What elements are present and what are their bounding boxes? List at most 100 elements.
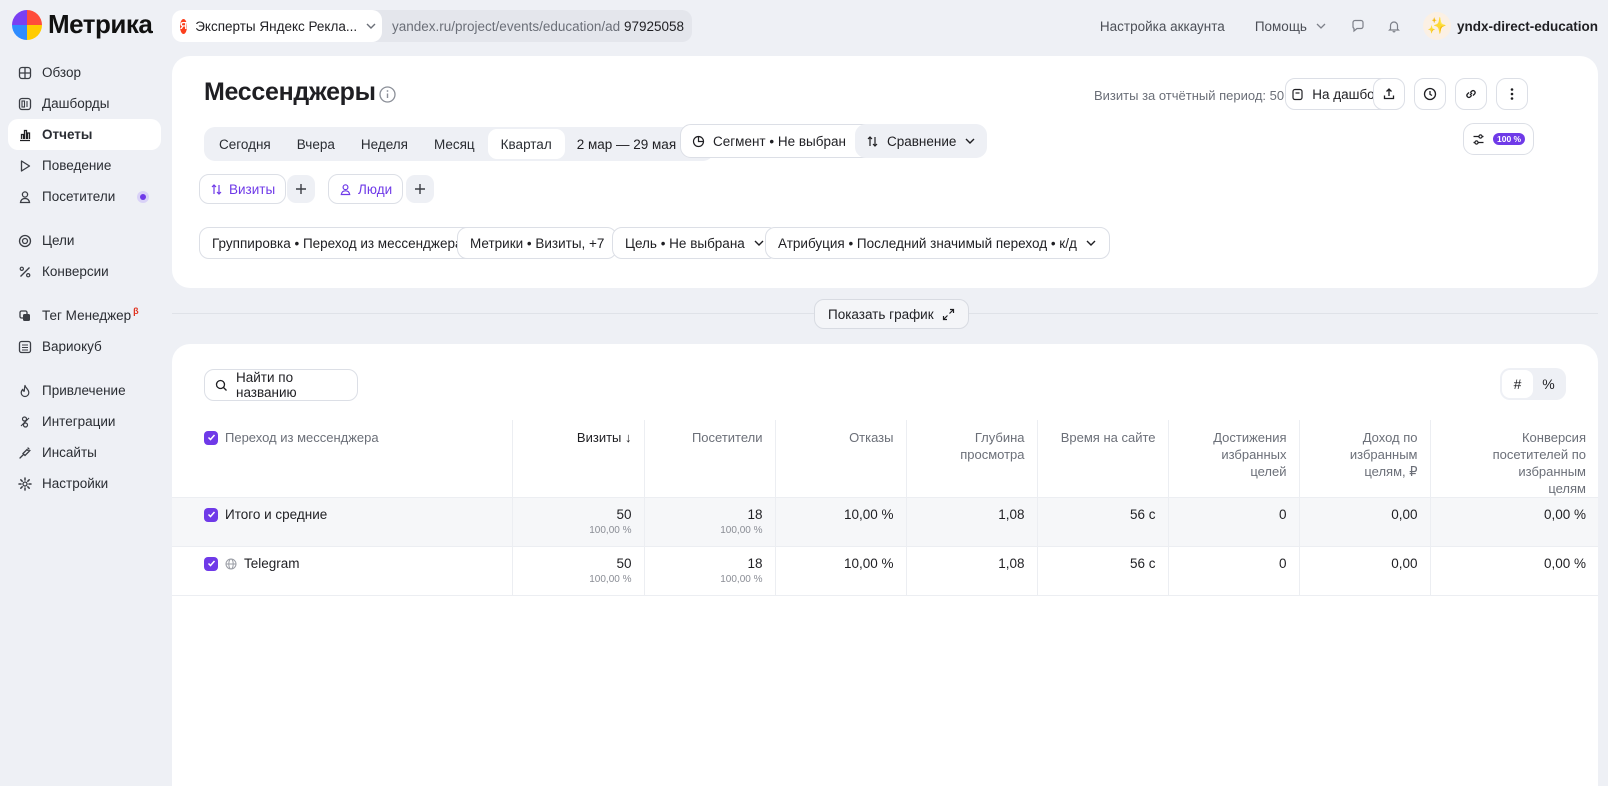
percent-mode-button[interactable]: % [1533,370,1564,398]
person-icon [339,183,352,196]
bell-icon[interactable] [1387,19,1401,33]
column-bounces[interactable]: Отказы [775,420,907,498]
column-visits[interactable]: Визиты ↓ [512,420,645,498]
row-checkbox[interactable] [204,507,218,522]
show-graph-label: Показать график [828,306,934,322]
help-menu[interactable]: Помощь [1255,19,1327,34]
sidebar-item-visitors[interactable]: Посетители [8,181,161,212]
share-link-button[interactable] [1455,78,1487,110]
sidebar-item-label: Тег Менеджер [42,308,132,323]
row-name[interactable]: Telegram [244,556,300,571]
counter-selector[interactable]: Я Эксперты Яндекс Рекла... yandex.ru/pro… [172,10,692,42]
goals-cell: 0 [1168,546,1300,596]
time-cell: 56 с [1037,497,1169,547]
visits-cell: 50 100,00 % [512,546,645,596]
period-today[interactable]: Сегодня [206,129,284,159]
period-quarter[interactable]: Квартал [487,129,565,159]
export-button[interactable] [1373,78,1405,110]
goal-selector[interactable]: Цель • Не выбрана [612,227,778,259]
sidebar-item-conversions[interactable]: Конверсии [8,256,161,287]
attribution-selector[interactable]: Атрибуция • Последний значимый переход •… [765,227,1110,259]
sidebar-item-label: Поведение [42,158,112,173]
period-yesterday[interactable]: Вчера [284,129,348,159]
value-mode-toggle: # % [1500,368,1566,400]
add-people-condition-button[interactable] [406,175,434,203]
bar-chart-icon [18,128,32,142]
chat-icon[interactable] [1351,19,1365,33]
history-button[interactable] [1414,78,1446,110]
plus-icon [295,183,307,195]
column-time[interactable]: Время на сайте [1037,420,1169,498]
sidebar-item-label: Интеграции [42,414,116,429]
sidebar-item-acquisition[interactable]: Привлечение [8,375,161,406]
metrics-selector[interactable]: Метрики • Визиты, +7 [457,227,618,259]
absolute-mode-button[interactable]: # [1502,370,1533,398]
sidebar-item-behavior[interactable]: Поведение [8,150,161,181]
info-icon[interactable] [379,86,396,103]
sidebar-item-dashboards[interactable]: Дашборды [8,88,161,119]
sidebar-item-settings[interactable]: Настройки [8,468,161,499]
column-dimension[interactable]: Переход из мессенджера [172,420,513,498]
column-depth[interactable]: Глубина просмотра [906,420,1038,498]
sidebar-item-insights[interactable]: Инсайты [8,437,161,468]
app-name: Метрика [48,9,153,39]
grouping-selector[interactable]: Группировка • Переход из мессенджера [199,227,476,259]
sampling-settings-button[interactable]: 100 % [1463,123,1535,155]
sidebar-item-reports[interactable]: Отчеты [8,119,161,150]
column-conversion[interactable]: Конверсия посетителей по избранным целям [1430,420,1598,498]
column-visits-label: Визиты [576,430,622,445]
sampling-badge: 100 % [1493,133,1526,145]
chevron-down-icon [753,237,765,249]
row-checkbox[interactable] [204,556,218,571]
metrika-logo-icon [12,9,42,40]
chevron-down-icon [365,20,377,32]
search-input[interactable]: Найти по названию [204,369,358,401]
new-indicator-badge [137,190,149,203]
goal-label: Цель • Не выбрана [625,235,745,251]
more-button[interactable] [1496,78,1528,110]
table-row-total: Итого и средние 50 100,00 % 18 100,00 % 10… [172,497,1598,547]
sliders-icon [1472,133,1485,146]
column-time-label: Время на сайте [1060,430,1156,445]
add-visits-condition-button[interactable] [287,175,315,203]
sidebar-item-overview[interactable]: Обзор [8,57,161,88]
column-conversion-label: Конверсия посетителей по избранным целям [1492,430,1586,496]
column-revenue[interactable]: Доход по избранным целям, ₽ [1299,420,1431,498]
visits-chip[interactable]: Визиты [199,174,287,204]
beta-badge: β [133,305,139,316]
page-title: Мессенджеры [204,78,376,106]
user-menu[interactable]: ✨ yndx-direct-education [1422,12,1598,40]
sidebar-item-label: Инсайты [42,445,97,460]
column-visitors[interactable]: Посетители [644,420,776,498]
visitors-share: 100,00 % [720,574,763,585]
period-month[interactable]: Месяц [421,129,488,159]
sidebar-item-tag-manager[interactable]: Тег Менеджер β [8,300,161,331]
sidebar-item-integrations[interactable]: Интеграции [8,406,161,437]
people-chip[interactable]: Люди [328,174,404,204]
target-icon [18,234,32,248]
column-goals[interactable]: Достижения избранных целей [1168,420,1300,498]
sidebar-item-goals[interactable]: Цели [8,225,161,256]
user-login: yndx-direct-education [1456,18,1598,34]
dashboard-icon [18,97,32,111]
gear-icon [18,476,32,491]
segment-selector[interactable]: Сегмент • Не выбран [680,124,878,158]
select-all-checkbox[interactable] [204,430,218,445]
conversion-cell: 0,00 % [1430,546,1598,596]
metrika-logo[interactable]: Метрика [12,9,153,40]
row-name: Итого и средние [225,507,328,522]
sidebar-item-label: Отчеты [42,127,93,142]
visitors-cell: 18 100,00 % [644,497,776,547]
date-range-label: 2 мар — 29 мая [576,136,677,152]
sidebar: Обзор Дашборды Отчеты Поведение Посетите… [8,57,161,499]
period-week[interactable]: Неделя [348,129,421,159]
integrations-icon [18,415,32,429]
show-graph-button[interactable]: Показать график [814,299,969,329]
account-settings-link[interactable]: Настройка аккаунта [1100,19,1225,34]
segment-pie-icon [692,135,705,148]
counter-name-dropdown[interactable]: Я Эксперты Яндекс Рекла... [172,10,382,42]
compare-selector[interactable]: Сравнение [855,124,988,158]
sidebar-item-variocube[interactable]: Вариокуб [8,331,161,362]
more-vertical-icon [1510,87,1514,101]
visitors-share: 100,00 % [720,525,763,536]
